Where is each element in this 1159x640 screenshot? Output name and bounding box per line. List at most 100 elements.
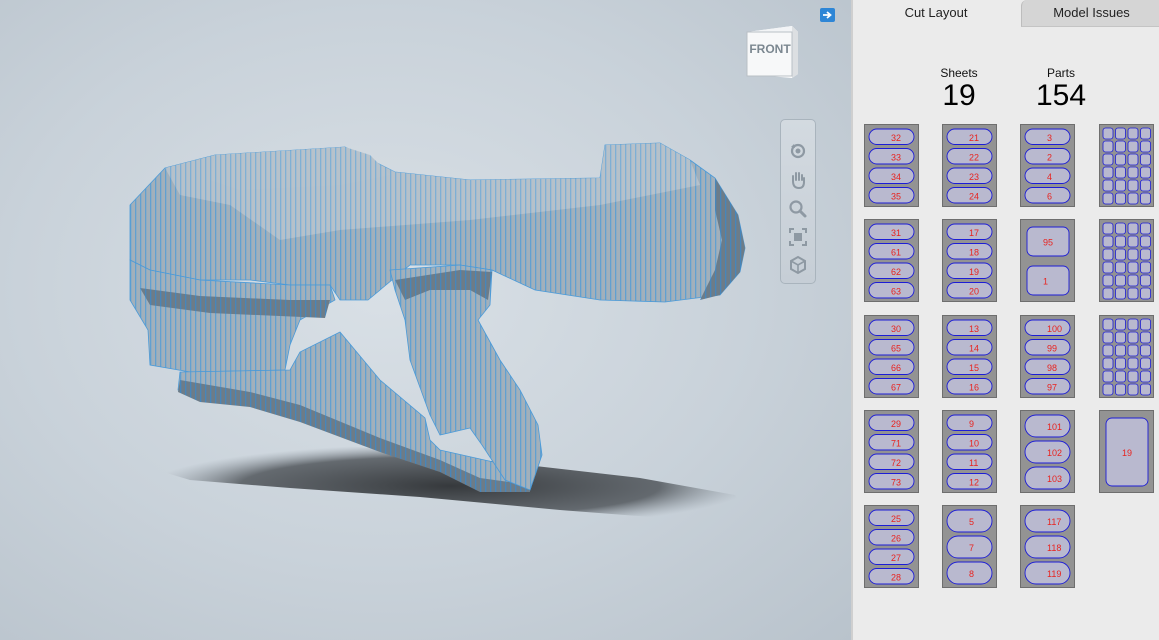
part-label: 16 <box>969 382 979 392</box>
sheet-part <box>1115 261 1126 274</box>
sheet-thumbnail-10[interactable]: 13 14 15 16 <box>942 315 997 398</box>
tab-model-issues[interactable]: Model Issues <box>1021 0 1159 27</box>
sheet-part <box>1115 166 1126 179</box>
sheet-part <box>1102 127 1114 140</box>
part-label: 10 <box>969 438 979 448</box>
viewcube-face-label[interactable]: FRONT <box>744 42 796 56</box>
home-view-button[interactable] <box>788 255 808 275</box>
sheet-thumbnail-6[interactable]: 17 18 19 20 <box>942 219 997 302</box>
sheet-thumbnail-14[interactable]: 9 10 11 12 <box>942 410 997 493</box>
orbit-button[interactable] <box>788 141 808 161</box>
sliced-model-render[interactable] <box>0 0 851 640</box>
sheet-part <box>1102 383 1114 396</box>
part-label: 28 <box>891 572 901 582</box>
fit-view-button[interactable] <box>788 227 808 247</box>
sheet-thumbnail-12[interactable] <box>1099 315 1154 398</box>
viewcube[interactable]: FRONT <box>744 22 800 78</box>
part-label: 99 <box>1047 343 1057 353</box>
sheet-part <box>1127 357 1139 370</box>
sheet-thumbnail-8[interactable] <box>1099 219 1154 302</box>
sheet-part <box>1115 331 1126 344</box>
sheet-part <box>1127 248 1139 261</box>
sheet-thumbnail-3[interactable]: 3 2 4 6 <box>1020 124 1075 207</box>
sheet-parts-drawing: 19 <box>1105 417 1149 487</box>
sheet-part <box>1140 318 1151 331</box>
sheet-thumbnail-2[interactable]: 21 22 23 24 <box>942 124 997 207</box>
part-label: 5 <box>969 517 974 527</box>
pan-button[interactable] <box>788 170 808 190</box>
part-label: 117 <box>1047 517 1061 527</box>
fit-to-view-icon <box>789 228 807 246</box>
sheet-part <box>1115 140 1126 153</box>
part-label: 14 <box>969 343 979 353</box>
sheet-thumbnail-16[interactable]: 19 <box>1099 410 1154 493</box>
part-label: 19 <box>969 267 979 277</box>
part-label: 17 <box>969 228 979 238</box>
sheet-parts-drawing: 5 7 8 <box>946 509 993 585</box>
sheet-part <box>1115 344 1126 357</box>
sheet-part <box>1140 166 1151 179</box>
part-label: 29 <box>891 419 901 429</box>
sheet-thumbnail-19[interactable]: 117 118 119 <box>1020 505 1075 588</box>
sheet-part <box>1115 274 1126 287</box>
sheet-part <box>1127 383 1139 396</box>
sheet-thumbnail-11[interactable]: 100 99 98 97 <box>1020 315 1075 398</box>
parts-count: 154 <box>1035 79 1087 112</box>
sheet-parts-drawing: 25 26 27 28 <box>868 509 915 585</box>
part-label: 4 <box>1047 172 1052 182</box>
sheet-thumbnail-1[interactable]: 32 33 34 35 <box>864 124 919 207</box>
sheet-thumbnail-15[interactable]: 101 102 103 <box>1020 410 1075 493</box>
part-label: 32 <box>891 133 901 143</box>
sheet-parts-drawing: 100 99 98 97 <box>1024 319 1071 395</box>
sheet-part <box>1102 179 1114 192</box>
sheet-part <box>1140 287 1151 300</box>
tab-cut-layout[interactable]: Cut Layout <box>853 0 1019 27</box>
sheet-part <box>1127 166 1139 179</box>
zoom-icon <box>789 200 807 218</box>
part-label: 71 <box>891 438 901 448</box>
part-label: 21 <box>969 133 979 143</box>
sheet-thumbnail-17[interactable]: 25 26 27 28 <box>864 505 919 588</box>
sheet-part <box>1115 179 1126 192</box>
sheet-part <box>1102 287 1114 300</box>
sheet-part <box>1140 261 1151 274</box>
sheet-thumbnail-13[interactable]: 29 71 72 73 <box>864 410 919 493</box>
sheet-part <box>1102 344 1114 357</box>
sheet-thumbnail-7[interactable]: 95 1 <box>1020 219 1075 302</box>
3d-viewport[interactable]: FRONT <box>0 0 851 640</box>
sheets-label: Sheets <box>940 66 978 80</box>
part-label: 22 <box>969 152 979 162</box>
sheet-part <box>1127 287 1139 300</box>
sheet-part <box>1127 261 1139 274</box>
part-label: 67 <box>891 382 901 392</box>
part-label: 19 <box>1122 448 1132 458</box>
part-label: 18 <box>969 247 979 257</box>
part-label: 103 <box>1047 474 1062 484</box>
sheet-part <box>1102 222 1114 235</box>
sheet-part <box>1102 261 1114 274</box>
sheet-part <box>1140 192 1151 205</box>
part-label: 9 <box>969 419 974 429</box>
sheet-part <box>1115 192 1126 205</box>
sheet-parts-drawing: 21 22 23 24 <box>946 128 993 204</box>
expand-panel-button[interactable] <box>820 8 835 22</box>
sheet-parts-drawing <box>1102 222 1151 300</box>
sheet-thumbnail-9[interactable]: 30 65 66 67 <box>864 315 919 398</box>
sheet-part <box>1102 318 1114 331</box>
part-label: 12 <box>969 477 979 487</box>
sheet-part <box>1140 357 1151 370</box>
sheet-part <box>1102 235 1114 248</box>
zoom-button[interactable] <box>788 199 808 219</box>
sheet-thumbnail-5[interactable]: 31 61 62 63 <box>864 219 919 302</box>
sheet-part <box>1102 331 1114 344</box>
part-label: 25 <box>891 514 901 524</box>
part-label: 27 <box>891 553 901 563</box>
sheet-part <box>1140 140 1151 153</box>
sheet-parts-drawing: 95 1 <box>1026 226 1070 296</box>
sheet-parts-drawing: 31 61 62 63 <box>868 223 915 299</box>
sheet-thumbnail-4[interactable] <box>1099 124 1154 207</box>
sheet-part <box>1127 235 1139 248</box>
sheet-part <box>1102 140 1114 153</box>
sheet-thumbnail-18[interactable]: 5 7 8 <box>942 505 997 588</box>
sheet-part <box>1140 331 1151 344</box>
